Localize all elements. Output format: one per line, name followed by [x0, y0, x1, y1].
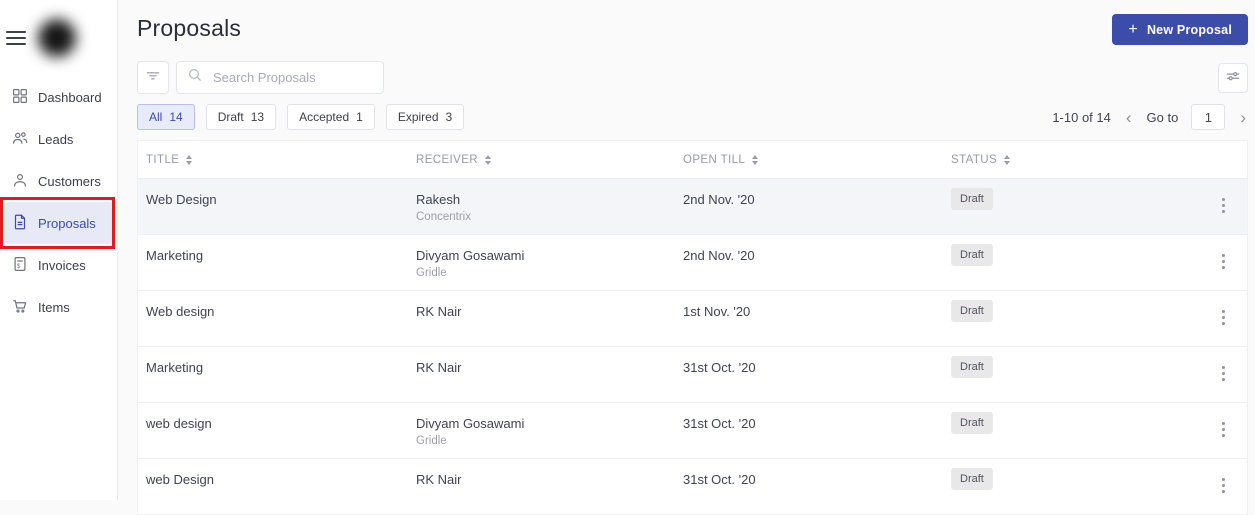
- app-logo[interactable]: [38, 19, 76, 57]
- receiver-name: Divyam Gosawami: [416, 416, 525, 431]
- status-filter-tabs: All 14 Draft 13 Accepted 1 Expired 3: [137, 104, 465, 130]
- proposal-title: web Design: [146, 472, 214, 487]
- sidebar-item-invoices[interactable]: $ Invoices: [4, 244, 113, 286]
- next-page-icon[interactable]: ›: [1238, 109, 1248, 126]
- open-till-date: 2nd Nov. '20: [683, 248, 755, 263]
- table-row[interactable]: Marketing Divyam Gosawami Gridle 2nd Nov…: [138, 235, 1247, 291]
- leads-icon: [11, 129, 29, 150]
- sidebar-header: [0, 0, 117, 64]
- receiver-name: Rakesh: [416, 192, 461, 207]
- sliders-icon: [1224, 67, 1242, 90]
- page-title: Proposals: [137, 15, 242, 41]
- tab-accepted[interactable]: Accepted 1: [287, 104, 375, 130]
- sidebar-item-proposals[interactable]: Proposals: [0, 197, 115, 249]
- pagination: 1-10 of 14 ‹ Go to ›: [1052, 104, 1248, 130]
- table-row[interactable]: Marketing RK Nair 31st Oct. '20 Draft: [138, 347, 1247, 403]
- receiver-name: RK Nair: [416, 360, 462, 375]
- invoices-icon: $: [11, 255, 29, 276]
- sidebar-item-label: Leads: [38, 131, 74, 147]
- proposal-title: Web Design: [146, 192, 217, 207]
- status-badge: Draft: [951, 356, 993, 378]
- column-header-status[interactable]: STATUS: [943, 154, 1188, 166]
- dashboard-icon: [11, 87, 29, 108]
- sidebar-item-label: Items: [38, 299, 70, 315]
- kebab-menu-icon[interactable]: [1220, 194, 1227, 216]
- sidebar-item-customers[interactable]: Customers: [4, 160, 113, 202]
- goto-label: Go to: [1146, 109, 1179, 125]
- open-till-date: 2nd Nov. '20: [683, 192, 755, 207]
- sort-icon: [485, 154, 491, 165]
- new-proposal-label: New Proposal: [1146, 22, 1232, 37]
- status-badge: Draft: [951, 412, 993, 434]
- column-header-title[interactable]: TITLE: [138, 154, 408, 166]
- open-till-date: 31st Oct. '20: [683, 360, 756, 375]
- receiver-company: Gridle: [416, 267, 447, 279]
- proposals-table: TITLE RECEIVER OPEN TILL STATUS Web Desi…: [137, 140, 1248, 515]
- sidebar: Dashboard Leads Customers Proposals $ In…: [0, 0, 118, 500]
- search-icon: [187, 67, 203, 88]
- sort-icon: [752, 154, 759, 165]
- proposal-title: Marketing: [146, 360, 204, 375]
- search-box: [176, 61, 391, 94]
- svg-text:$: $: [17, 264, 21, 270]
- table-row[interactable]: web design Divyam Gosawami Gridle 31st O…: [138, 403, 1247, 459]
- proposal-title: Web design: [146, 304, 215, 319]
- table-row[interactable]: web Design RK Nair 31st Oct. '20 Draft: [138, 459, 1247, 515]
- tab-expired[interactable]: Expired 3: [385, 104, 465, 130]
- search-input[interactable]: [211, 69, 391, 86]
- sort-icon: [1004, 154, 1011, 165]
- sidebar-item-label: Proposals: [38, 215, 96, 231]
- kebab-menu-icon[interactable]: [1220, 306, 1227, 328]
- tab-draft[interactable]: Draft 13: [205, 104, 277, 130]
- column-header-open-till[interactable]: OPEN TILL: [675, 154, 943, 166]
- status-badge: Draft: [951, 300, 993, 322]
- receiver-name: RK Nair: [416, 472, 462, 487]
- sidebar-item-label: Dashboard: [38, 89, 102, 105]
- receiver-name: Divyam Gosawami: [416, 248, 525, 263]
- column-settings-button[interactable]: [1218, 63, 1248, 93]
- prev-page-icon[interactable]: ‹: [1124, 109, 1134, 126]
- sidebar-item-label: Customers: [38, 173, 101, 189]
- sidebar-item-leads[interactable]: Leads: [4, 118, 113, 160]
- sidebar-item-items[interactable]: Items: [4, 286, 113, 328]
- filter-button[interactable]: [137, 61, 169, 94]
- proposal-title: Marketing: [146, 248, 204, 263]
- status-badge: Draft: [951, 244, 993, 266]
- status-badge: Draft: [951, 468, 993, 490]
- kebab-menu-icon[interactable]: [1220, 474, 1227, 496]
- table-row[interactable]: Web Design Rakesh Concentrix 2nd Nov. '2…: [138, 179, 1247, 235]
- open-till-date: 31st Oct. '20: [683, 416, 756, 431]
- plus-icon: +: [1128, 20, 1138, 38]
- new-proposal-button[interactable]: + New Proposal: [1112, 14, 1248, 45]
- hamburger-menu-icon[interactable]: [6, 31, 26, 45]
- receiver-company: Gridle: [416, 435, 447, 447]
- sort-icon: [186, 154, 193, 165]
- filter-icon: [144, 66, 162, 89]
- cart-icon: [11, 297, 29, 318]
- table-row[interactable]: Web design RK Nair 1st Nov. '20 Draft: [138, 291, 1247, 347]
- proposal-title: web design: [146, 416, 212, 431]
- kebab-menu-icon[interactable]: [1220, 362, 1227, 384]
- open-till-date: 1st Nov. '20: [683, 304, 751, 319]
- customers-icon: [11, 171, 29, 192]
- kebab-menu-icon[interactable]: [1220, 250, 1227, 272]
- open-till-date: 31st Oct. '20: [683, 472, 756, 487]
- column-header-receiver[interactable]: RECEIVER: [408, 154, 675, 166]
- tab-all[interactable]: All 14: [137, 104, 195, 130]
- sidebar-nav: Dashboard Leads Customers Proposals $ In…: [0, 76, 117, 328]
- receiver-company: Concentrix: [416, 211, 471, 223]
- goto-page-input[interactable]: [1191, 104, 1226, 130]
- pagination-range: 1-10 of 14: [1052, 109, 1111, 125]
- sidebar-item-label: Invoices: [38, 257, 86, 273]
- table-header: TITLE RECEIVER OPEN TILL STATUS: [138, 141, 1247, 179]
- sidebar-item-dashboard[interactable]: Dashboard: [4, 76, 113, 118]
- proposals-icon: [11, 213, 29, 234]
- status-badge: Draft: [951, 188, 993, 210]
- kebab-menu-icon[interactable]: [1220, 418, 1227, 440]
- receiver-name: RK Nair: [416, 304, 462, 319]
